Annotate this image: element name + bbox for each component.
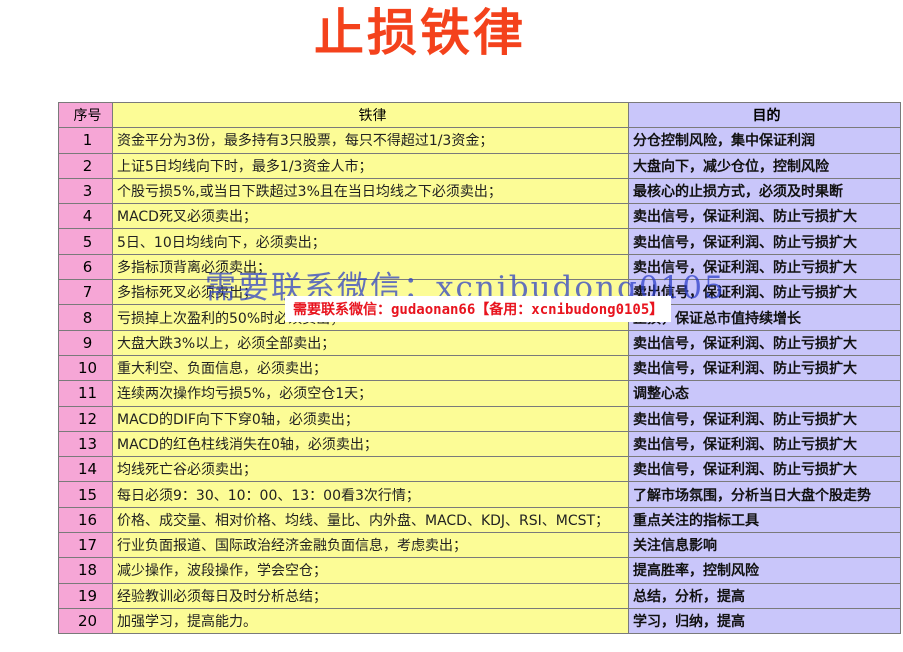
table-row: 19 经验教训必须每日及时分析总结； 总结，分析，提高 xyxy=(58,582,901,609)
row-goal: 卖出信号，保证利润、防止亏损扩大 xyxy=(628,430,901,458)
row-rule: MACD死叉必须卖出； xyxy=(112,203,629,230)
row-num: 13 xyxy=(58,430,113,458)
row-num: 1 xyxy=(58,127,113,154)
table-row: 18 减少操作，波段操作，学会空仓； 提高胜率，控制风险 xyxy=(58,557,901,584)
row-num: 18 xyxy=(58,557,113,584)
row-rule: 行业负面报道、国际政治经济金融负面信息，考虑卖出； xyxy=(112,532,629,559)
table-header-row: 序号 铁律 目的 xyxy=(58,101,901,129)
row-num: 2 xyxy=(58,152,113,179)
header-goal: 目的 xyxy=(628,101,901,129)
row-rule: 价格、成交量、相对价格、均线、量比、内外盘、MACD、KDJ、RSI、MCST； xyxy=(112,506,629,534)
table-row: 13 MACD的红色柱线消失在0轴，必须卖出； 卖出信号，保证利润、防止亏损扩大 xyxy=(58,430,901,458)
row-rule: 经验教训必须每日及时分析总结； xyxy=(112,582,629,609)
row-goal: 卖出信号，保证利润、防止亏损扩大 xyxy=(628,405,901,432)
row-goal: 卖出信号，保证利润、防止亏损扩大 xyxy=(628,203,901,230)
row-num: 10 xyxy=(58,354,113,382)
row-goal: 关注信息影响 xyxy=(628,532,901,559)
row-rule: 每日必须9：30、10：00、13：00看3次行情； xyxy=(112,481,629,508)
row-num: 15 xyxy=(58,481,113,508)
row-num: 7 xyxy=(58,279,113,306)
row-rule: 个股亏损5%,或当日下跌超过3%且在当日均线之下必须卖出； xyxy=(112,177,629,205)
row-num: 11 xyxy=(58,380,113,407)
row-num: 12 xyxy=(58,405,113,432)
row-goal: 卖出信号，保证利润、防止亏损扩大 xyxy=(628,354,901,382)
row-goal: 最核心的止损方式，必须及时果断 xyxy=(628,177,901,205)
row-goal: 调整心态 xyxy=(628,380,901,407)
row-goal: 卖出信号，保证利润、防止亏损扩大 xyxy=(628,228,901,255)
row-goal: 卖出信号，保证利润、防止亏损扩大 xyxy=(628,329,901,356)
table-row: 20 加强学习，提高能力。 学习，归纳，提高 xyxy=(58,607,901,635)
table-row: 15 每日必须9：30、10：00、13：00看3次行情； 了解市场氛围，分析当日大… xyxy=(58,481,901,508)
row-goal: 卖出信号，保证利润、防止亏损扩大 xyxy=(628,456,901,483)
header-rule: 铁律 xyxy=(112,101,629,129)
table-row: 17 行业负面报道、国际政治经济金融负面信息，考虑卖出； 关注信息影响 xyxy=(58,532,901,559)
row-num: 3 xyxy=(58,177,113,205)
header-num: 序号 xyxy=(58,101,113,129)
row-rule: MACD的DIF向下下穿0轴，必须卖出； xyxy=(112,405,629,432)
page-title: 止损铁律 xyxy=(314,4,526,62)
row-rule: 减少操作，波段操作，学会空仓； xyxy=(112,557,629,584)
row-rule: 资金平分为3份，最多持有3只股票，每只不得超过1/3资金； xyxy=(112,127,629,154)
table-row: 5 5日、10日均线向下，必须卖出； 卖出信号，保证利润、防止亏损扩大 xyxy=(58,228,901,255)
row-num: 14 xyxy=(58,456,113,483)
row-num: 19 xyxy=(58,582,113,609)
row-goal: 学习，归纳，提高 xyxy=(628,607,901,635)
table-row: 4 MACD死叉必须卖出； 卖出信号，保证利润、防止亏损扩大 xyxy=(58,203,901,230)
table-row: 10 重大利空、负面信息，必须卖出； 卖出信号，保证利润、防止亏损扩大 xyxy=(58,354,901,382)
row-goal: 了解市场氛围，分析当日大盘个股走势 xyxy=(628,481,901,508)
watermark-banner: 需要联系微信：gudaonan66【备用：xcnibudong0105】 xyxy=(285,296,672,322)
table-row: 3 个股亏损5%,或当日下跌超过3%且在当日均线之下必须卖出； 最核心的止损方式，必… xyxy=(58,177,901,205)
row-rule: MACD的红色柱线消失在0轴，必须卖出； xyxy=(112,430,629,458)
row-goal: 提高胜率，控制风险 xyxy=(628,557,901,584)
row-num: 9 xyxy=(58,329,113,356)
row-num: 6 xyxy=(58,253,113,281)
row-num: 4 xyxy=(58,203,113,230)
row-rule: 重大利空、负面信息，必须卖出； xyxy=(112,354,629,382)
table-row: 2 上证5日均线向下时，最多1/3资金人市； 大盘向下，减少仓位，控制风险 xyxy=(58,152,901,179)
row-rule: 大盘大跌3%以上，必须全部卖出； xyxy=(112,329,629,356)
table-row: 12 MACD的DIF向下下穿0轴，必须卖出； 卖出信号，保证利润、防止亏损扩大 xyxy=(58,405,901,432)
row-rule: 连续两次操作均亏损5%，必须空仓1天； xyxy=(112,380,629,407)
row-rule: 均线死亡谷必须卖出； xyxy=(112,456,629,483)
row-rule: 上证5日均线向下时，最多1/3资金人市； xyxy=(112,152,629,179)
row-goal: 总结，分析，提高 xyxy=(628,582,901,609)
row-rule: 加强学习，提高能力。 xyxy=(112,607,629,635)
row-num: 5 xyxy=(58,228,113,255)
row-goal: 大盘向下，减少仓位，控制风险 xyxy=(628,152,901,179)
table-row: 11 连续两次操作均亏损5%，必须空仓1天； 调整心态 xyxy=(58,380,901,407)
table-row: 9 大盘大跌3%以上，必须全部卖出； 卖出信号，保证利润、防止亏损扩大 xyxy=(58,329,901,356)
row-rule: 5日、10日均线向下，必须卖出； xyxy=(112,228,629,255)
row-num: 8 xyxy=(58,304,113,331)
rules-table: 序号 铁律 目的 1 资金平分为3份，最多持有3只股票，每只不得超过1/3资金；分… xyxy=(58,101,901,635)
row-num: 16 xyxy=(58,506,113,534)
row-num: 20 xyxy=(58,607,113,635)
table-row: 14 均线死亡谷必须卖出； 卖出信号，保证利润、防止亏损扩大 xyxy=(58,456,901,483)
row-goal: 分仓控制风险，集中保证利润 xyxy=(628,127,901,154)
row-goal: 重点关注的指标工具 xyxy=(628,506,901,534)
table-row: 16 价格、成交量、相对价格、均线、量比、内外盘、MACD、KDJ、RSI、MCS… xyxy=(58,506,901,534)
row-num: 17 xyxy=(58,532,113,559)
table-row: 1 资金平分为3份，最多持有3只股票，每只不得超过1/3资金； 分仓控制风险，集中保… xyxy=(58,127,901,154)
